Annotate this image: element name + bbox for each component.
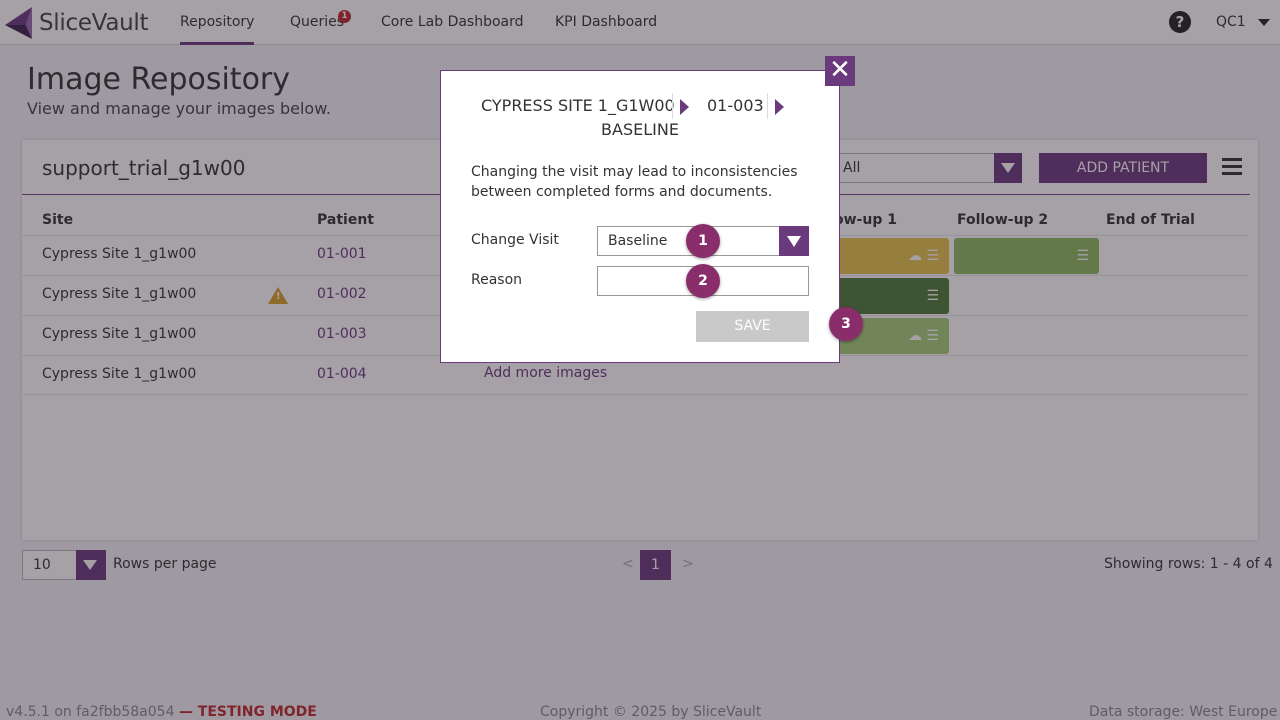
breadcrumb-site: CYPRESS SITE 1_G1W00 <box>481 96 675 115</box>
step-marker-2: 2 <box>686 264 720 298</box>
breadcrumb-visit: BASELINE <box>601 120 679 139</box>
step-marker-3: 3 <box>829 307 863 341</box>
breadcrumb-patient: 01-003 <box>707 96 764 115</box>
change-visit-label: Change Visit <box>471 232 559 248</box>
change-visit-value: Baseline <box>608 233 668 249</box>
dropdown-arrow-icon <box>779 226 809 256</box>
change-visit-dialog: CYPRESS SITE 1_G1W00 01-003 BASELINE Cha… <box>440 70 840 363</box>
close-icon[interactable]: ✕ <box>825 56 855 86</box>
breadcrumb-arrow-icon <box>775 99 784 115</box>
step-marker-1: 1 <box>686 224 720 258</box>
breadcrumb-divider <box>672 93 673 119</box>
save-button[interactable]: SAVE <box>696 311 809 342</box>
reason-label: Reason <box>471 272 523 288</box>
breadcrumb-arrow-icon <box>680 99 689 115</box>
breadcrumb-divider <box>767 93 768 119</box>
warning-message: Changing the visit may lead to inconsist… <box>471 164 798 200</box>
